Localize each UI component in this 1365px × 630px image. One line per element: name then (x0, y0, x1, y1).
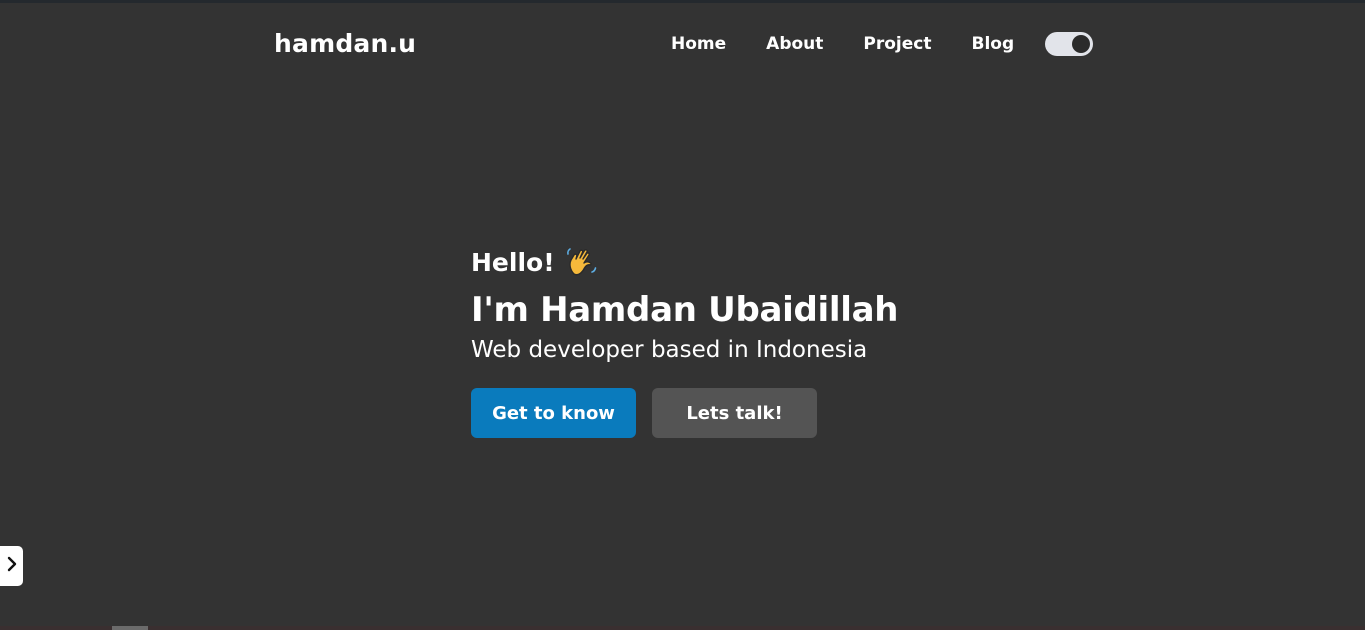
bottom-edge-accent (112, 626, 148, 630)
get-to-know-button[interactable]: Get to know (471, 388, 636, 438)
nav-link-about[interactable]: About (766, 24, 823, 64)
hero-tagline: Web developer based in Indonesia (471, 337, 868, 363)
greeting-text: Hello! (471, 247, 555, 277)
waving-hand-icon (565, 246, 597, 278)
top-border (0, 0, 1365, 3)
hero-title: I'm Hamdan Ubaidillah (471, 290, 899, 330)
hero-section: Hello! I'm Hamdan Ubaidillah Web develop… (471, 242, 991, 438)
site-logo[interactable]: hamdan.u (274, 24, 416, 64)
navbar: hamdan.u Home About Project Blog (274, 24, 1094, 64)
nav-link-project[interactable]: Project (863, 24, 931, 64)
toggle-knob (1072, 35, 1090, 53)
nav-links: Home About Project Blog (671, 24, 1014, 64)
chevron-right-icon (6, 556, 18, 576)
lets-talk-button[interactable]: Lets talk! (652, 388, 817, 438)
nav-link-home[interactable]: Home (671, 24, 726, 64)
theme-toggle[interactable] (1045, 32, 1093, 56)
bottom-edge (0, 626, 1365, 630)
nav-link-blog[interactable]: Blog (971, 24, 1014, 64)
side-panel-toggle[interactable] (0, 546, 23, 586)
hero-buttons: Get to know Lets talk! (471, 388, 991, 438)
greeting: Hello! (471, 242, 991, 282)
